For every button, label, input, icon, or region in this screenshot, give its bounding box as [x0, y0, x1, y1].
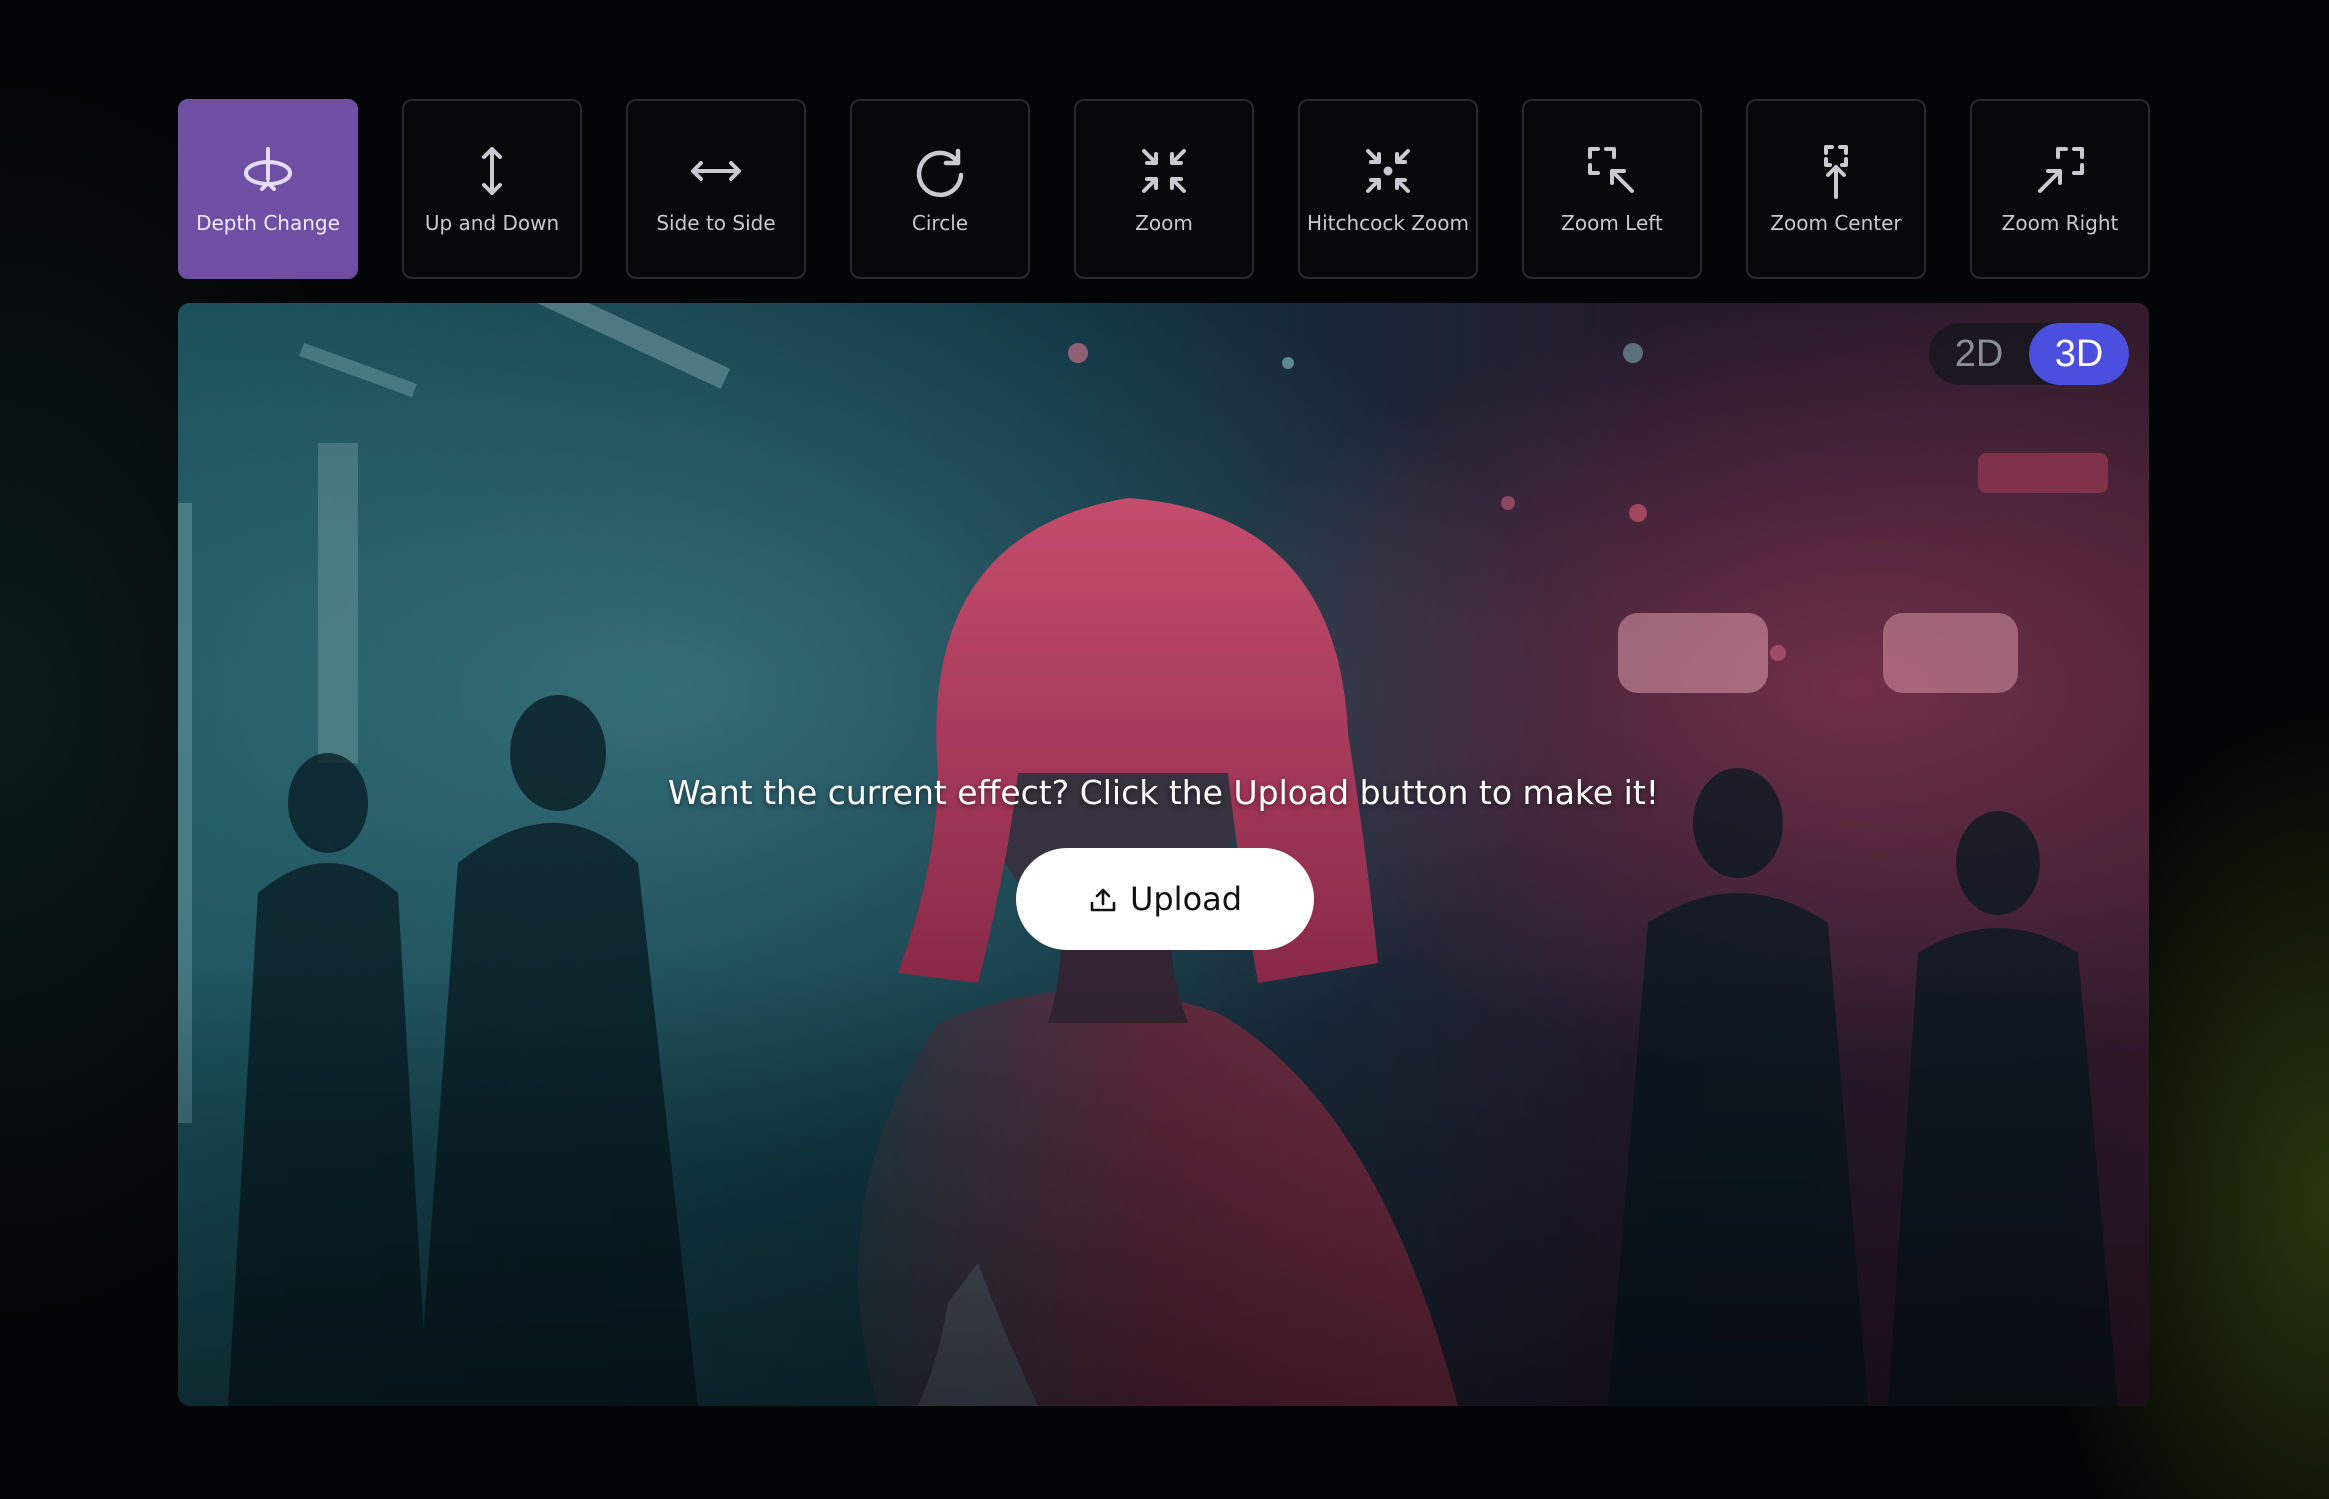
- effect-zoom[interactable]: Zoom: [1074, 99, 1254, 279]
- zoom-left-icon: [1584, 143, 1640, 199]
- effect-label: Side to Side: [656, 211, 776, 235]
- dimension-toggle: 2D 3D: [1929, 323, 2129, 385]
- upload-button-label: Upload: [1129, 880, 1243, 918]
- effect-depth-change[interactable]: Depth Change: [178, 99, 358, 279]
- zoom-center-icon: [1808, 143, 1864, 199]
- upload-button[interactable]: Upload: [1016, 848, 1314, 950]
- effect-label: Hitchcock Zoom: [1307, 211, 1469, 235]
- effect-zoom-center[interactable]: Zoom Center: [1746, 99, 1926, 279]
- effect-label: Zoom: [1135, 211, 1193, 235]
- effect-zoom-right[interactable]: Zoom Right: [1970, 99, 2150, 279]
- effect-label: Depth Change: [196, 211, 340, 235]
- hitchcock-zoom-icon: [1360, 143, 1416, 199]
- effect-label: Zoom Right: [2001, 211, 2119, 235]
- upload-icon: [1088, 884, 1118, 914]
- upload-prompt-text: Want the current effect? Click the Uploa…: [668, 773, 1659, 812]
- effect-zoom-left[interactable]: Zoom Left: [1522, 99, 1702, 279]
- up-down-arrow-icon: [464, 143, 520, 199]
- zoom-in-arrows-icon: [1136, 143, 1192, 199]
- page: Depth Change Up and Down Side to Side Ci…: [0, 0, 2329, 1499]
- effect-up-and-down[interactable]: Up and Down: [402, 99, 582, 279]
- effect-circle[interactable]: Circle: [850, 99, 1030, 279]
- effect-label: Zoom Left: [1561, 211, 1663, 235]
- zoom-right-icon: [2032, 143, 2088, 199]
- mode-3d-option[interactable]: 3D: [2029, 323, 2129, 385]
- effect-side-to-side[interactable]: Side to Side: [626, 99, 806, 279]
- mode-2d-option[interactable]: 2D: [1929, 323, 2029, 385]
- effect-label: Up and Down: [424, 211, 560, 235]
- effect-hitchcock-zoom[interactable]: Hitchcock Zoom: [1298, 99, 1478, 279]
- effect-preview: 2D 3D Want the current effect? Click the…: [178, 303, 2149, 1406]
- effect-label: Zoom Center: [1770, 211, 1902, 235]
- effect-selector: Depth Change Up and Down Side to Side Ci…: [178, 99, 2150, 279]
- left-right-arrow-icon: [688, 143, 744, 199]
- circle-arrow-icon: [912, 143, 968, 199]
- depth-change-icon: [240, 143, 296, 199]
- effect-label: Circle: [911, 211, 969, 235]
